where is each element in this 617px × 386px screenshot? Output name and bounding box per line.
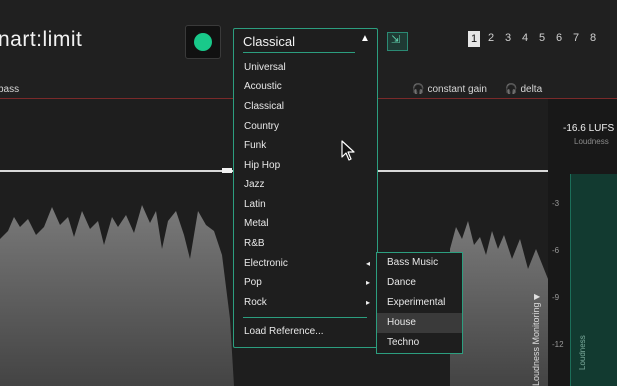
app-title: nart:limit <box>0 28 83 51</box>
meter-tick: -3 <box>552 199 560 208</box>
profile-item-rock[interactable]: Rock ▸ <box>244 293 370 313</box>
profile-item-label: Rock <box>244 297 267 308</box>
slot-4[interactable]: 4 <box>519 32 531 44</box>
profile-item-label: Country <box>244 121 280 132</box>
slot-5[interactable]: 5 <box>536 32 548 44</box>
submenu-item-dance[interactable]: Dance <box>377 273 462 293</box>
submenu-left-arrow-icon: ◂ <box>365 259 370 268</box>
slot-3[interactable]: 3 <box>502 32 514 44</box>
slot-2[interactable]: 2 <box>485 32 497 44</box>
load-reference-item[interactable]: Load Reference... <box>244 322 370 342</box>
load-reference-label: Load Reference... <box>244 326 324 337</box>
slot-6[interactable]: 6 <box>553 32 565 44</box>
electronic-submenu[interactable]: Bass Music Dance Experimental House Tech… <box>376 252 463 354</box>
profile-item-label: Pop <box>244 277 262 288</box>
profile-item-label: Hip Hop <box>244 160 281 171</box>
slot-1[interactable]: 1 <box>468 31 480 47</box>
meter-tick: -12 <box>552 340 564 349</box>
loudness-monitoring-caret-icon[interactable]: ▶ <box>534 292 540 301</box>
profile-dropdown-header[interactable]: Classical ▲ <box>234 29 377 53</box>
profile-item-label: Electronic <box>244 258 288 269</box>
threshold-handle[interactable] <box>222 168 232 173</box>
delta-toggle[interactable]: 🎧 delta <box>505 84 542 95</box>
profile-item-classical[interactable]: Classical <box>244 97 370 117</box>
profile-item-universal[interactable]: Universal <box>244 58 370 78</box>
profile-item-label: R&B <box>244 238 265 249</box>
profile-item-rnb[interactable]: R&B <box>244 234 370 254</box>
profile-item-label: Latin <box>244 199 266 210</box>
profile-item-label: Funk <box>244 140 267 151</box>
loudness-value: -16.6 LUFS <box>563 123 615 134</box>
profile-item-label: Metal <box>244 218 269 229</box>
profile-item-country[interactable]: Country <box>244 117 370 137</box>
profile-item-pop[interactable]: Pop ▸ <box>244 273 370 293</box>
submenu-right-arrow-icon: ▸ <box>365 278 370 287</box>
profile-item-latin[interactable]: Latin <box>244 195 370 215</box>
submenu-right-arrow-icon: ▸ <box>365 298 370 307</box>
slot-8[interactable]: 8 <box>587 32 599 44</box>
submenu-item-house[interactable]: House <box>377 313 462 333</box>
profile-item-label: Universal <box>244 62 286 73</box>
meter-label: Loudness <box>578 335 587 370</box>
loudness-caption: Loudness <box>574 137 609 146</box>
power-led-icon <box>194 33 212 51</box>
submenu-item-experimental[interactable]: Experimental <box>377 293 462 313</box>
profile-item-label: Jazz <box>244 179 265 190</box>
meter-tick: -6 <box>552 246 560 255</box>
caret-up-icon: ▲ <box>360 33 370 44</box>
constant-gain-label: constant gain <box>427 84 487 95</box>
menu-separator <box>243 317 367 318</box>
submenu-item-bass-music[interactable]: Bass Music <box>377 253 462 273</box>
profile-item-electronic[interactable]: Electronic ◂ <box>244 254 370 274</box>
profile-item-label: Classical <box>244 101 285 112</box>
profile-item-label: Acoustic <box>244 81 282 92</box>
reference-icon: ⇲ <box>391 34 401 46</box>
headphones-icon: 🎧 <box>412 84 425 95</box>
slot-7[interactable]: 7 <box>570 32 582 44</box>
meter-tick: -9 <box>552 293 560 302</box>
profile-item-jazz[interactable]: Jazz <box>244 175 370 195</box>
profile-item-metal[interactable]: Metal <box>244 214 370 234</box>
submenu-item-techno[interactable]: Techno <box>377 333 462 353</box>
constant-gain-toggle[interactable]: 🎧 constant gain <box>412 84 487 95</box>
profile-item-acoustic[interactable]: Acoustic <box>244 77 370 97</box>
mouse-pointer-icon <box>341 140 355 161</box>
headphones-icon: 🎧 <box>505 84 518 95</box>
power-button[interactable] <box>185 25 221 59</box>
header-underline <box>243 52 355 53</box>
delta-label: delta <box>520 84 543 95</box>
profile-selected-value: Classical <box>243 34 296 49</box>
reference-icon-button[interactable]: ⇲ <box>387 32 408 51</box>
band-label: bass <box>0 84 20 95</box>
profile-dropdown[interactable]: Classical ▲ Universal Acoustic Classical… <box>233 28 378 348</box>
